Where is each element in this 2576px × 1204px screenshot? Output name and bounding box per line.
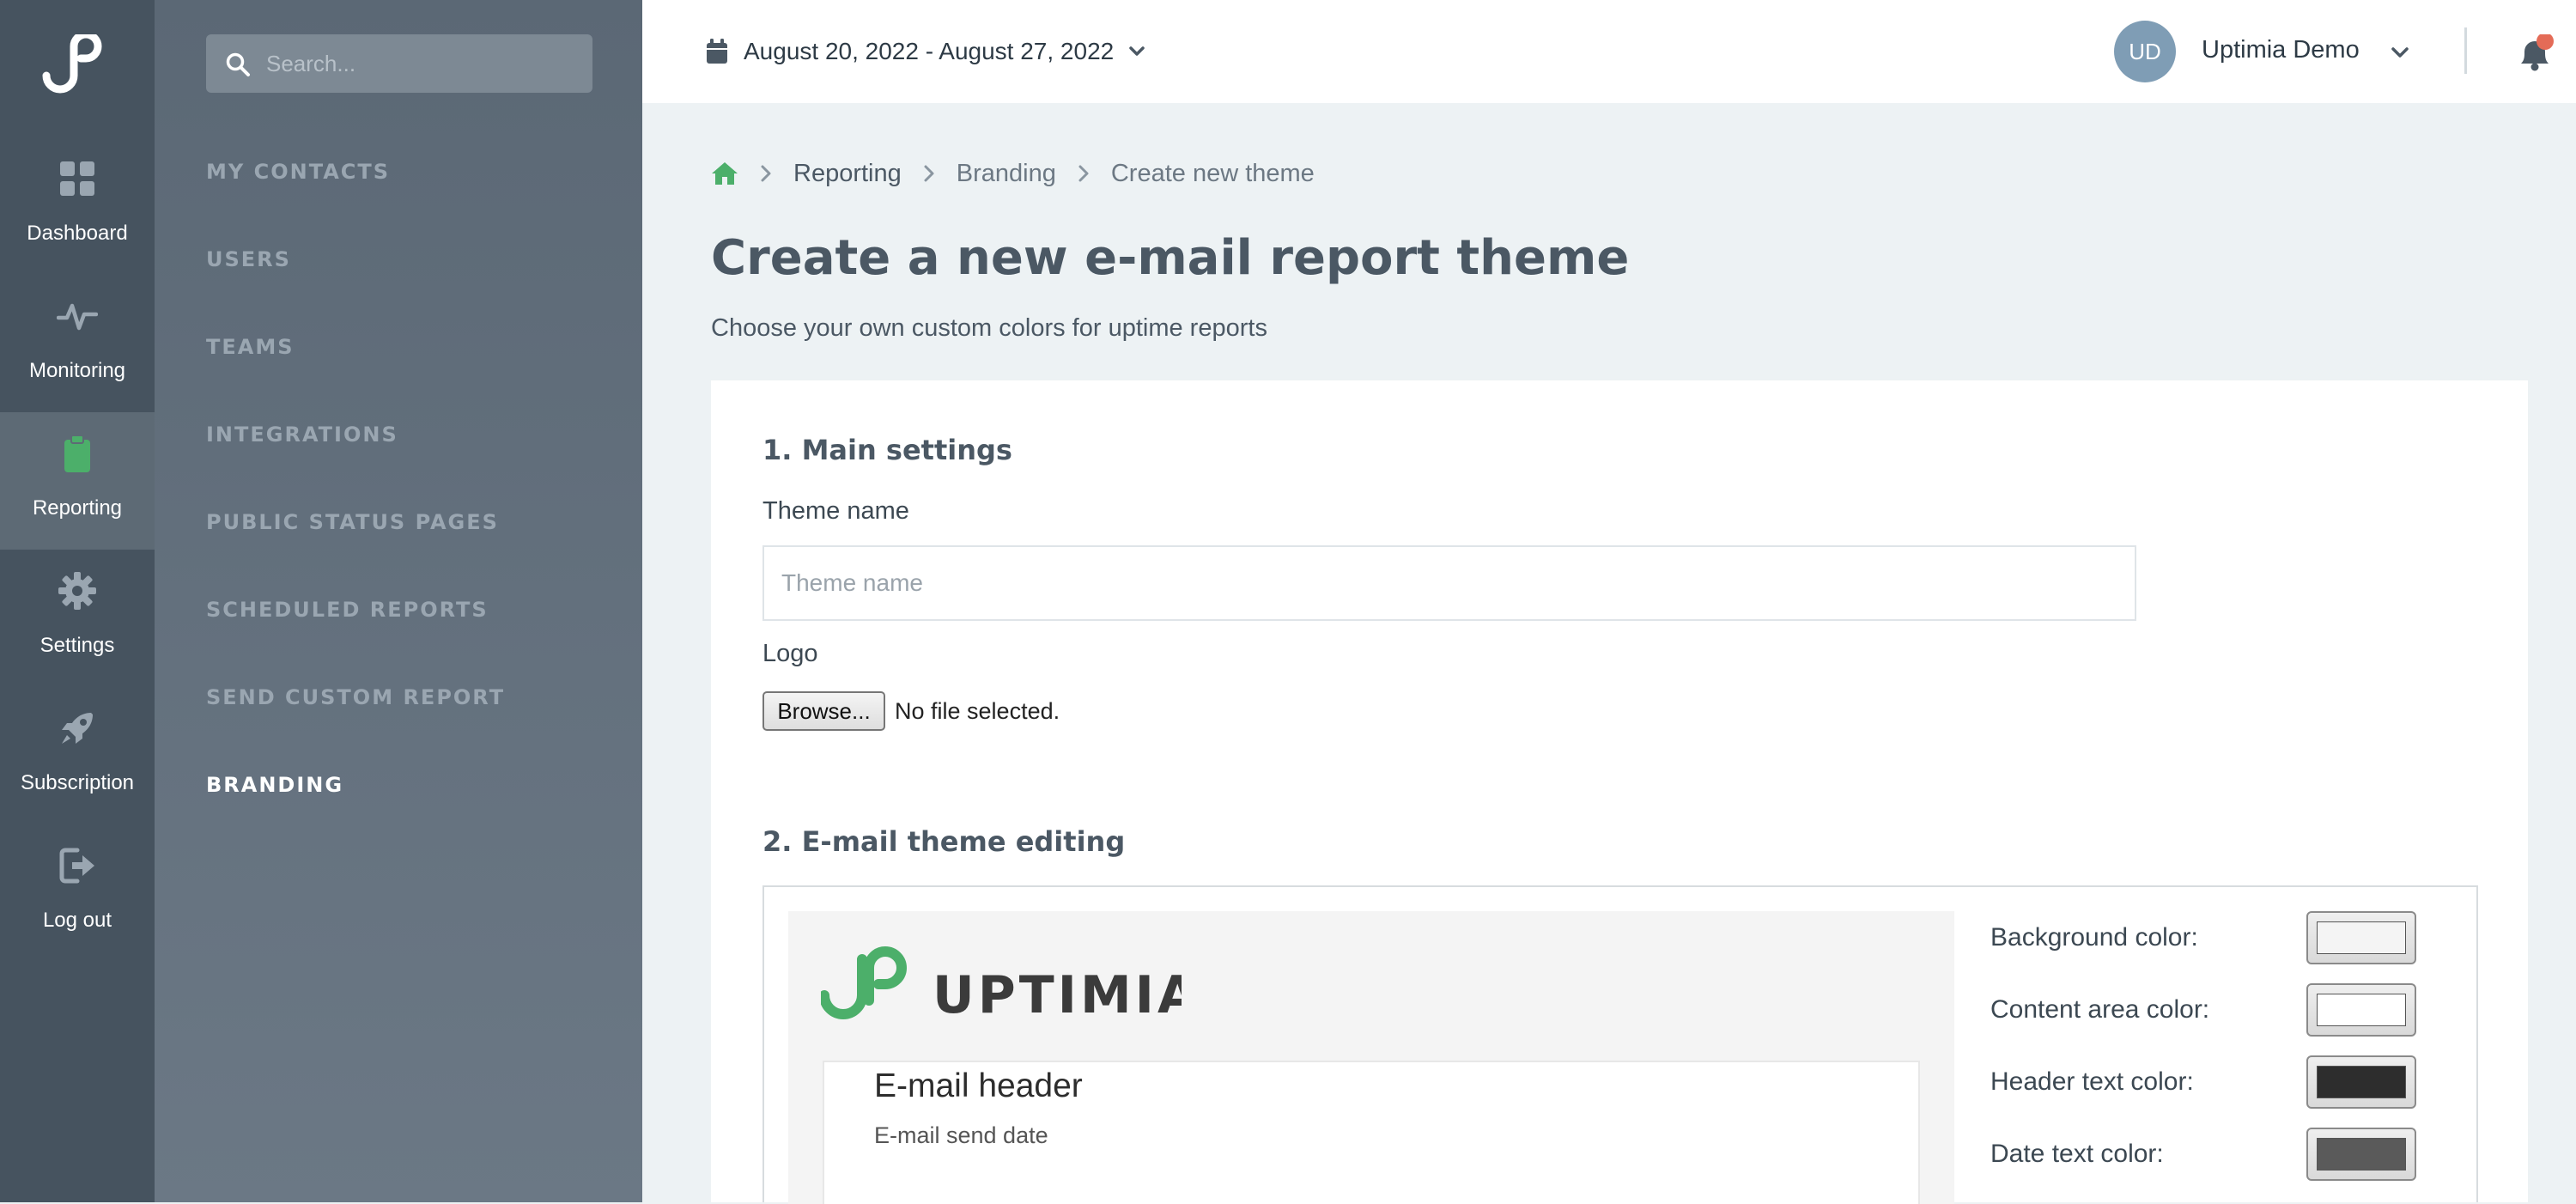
rail-label-dashboard: Dashboard <box>27 222 128 245</box>
content-area-color-picker[interactable] <box>2306 983 2416 1037</box>
preview-content-area: E-mail header E-mail send date <box>823 1061 1920 1204</box>
color-row-background: Background color: <box>1990 911 2454 964</box>
subnav-item-integrations[interactable]: INTEGRATIONS <box>206 423 398 447</box>
date-text-color-picker[interactable] <box>2306 1128 2416 1181</box>
main-settings-title: 1. Main settings <box>762 434 1012 466</box>
file-status: No file selected. <box>895 698 1060 724</box>
uptimia-brand-logo: UPTIMIA <box>821 946 1182 1019</box>
pulse-icon <box>57 303 98 331</box>
avatar[interactable]: UD <box>2114 21 2176 82</box>
theme-editing-title: 2. E-mail theme editing <box>762 825 1126 858</box>
reporting-subnav: MY CONTACTS USERS TEAMS INTEGRATIONS PUB… <box>155 0 642 1202</box>
rail-item-reporting[interactable]: Reporting <box>0 412 155 550</box>
theme-form-card: 1. Main settings Theme name Logo Browse.… <box>711 380 2528 1204</box>
breadcrumb-current: Create new theme <box>1110 159 1315 187</box>
rail-label-monitoring: Monitoring <box>28 359 126 382</box>
chevron-right-icon <box>924 165 934 182</box>
background-color-label: Background color: <box>1990 923 2198 952</box>
chevron-right-icon <box>1078 165 1089 182</box>
subnav-item-send-custom-report[interactable]: SEND CUSTOM REPORT <box>206 685 505 709</box>
preview-email-send-date: E-mail send date <box>874 1122 1048 1148</box>
content-area-color-label: Content area color: <box>1990 995 2210 1024</box>
logout-icon <box>59 848 94 884</box>
subnav-item-teams[interactable]: TEAMS <box>206 335 295 359</box>
date-range-text: August 20, 2022 - August 27, 2022 <box>744 38 1115 64</box>
color-row-date-text: Date text color: <box>1990 1128 2454 1181</box>
uptimia-logo-icon[interactable] <box>38 34 115 94</box>
search-box[interactable] <box>206 34 592 93</box>
topbar-divider <box>2464 27 2467 74</box>
subnav-item-users[interactable]: USERS <box>206 247 291 271</box>
header-text-color-label: Header text color: <box>1990 1067 2194 1096</box>
gear-icon <box>58 572 96 610</box>
browse-button[interactable]: Browse... <box>762 691 885 731</box>
email-preview: UPTIMIA E-mail header E-mail send date <box>788 911 1954 1204</box>
color-row-content-area: Content area color: <box>1990 983 2454 1037</box>
date-text-color-label: Date text color: <box>1990 1140 2164 1168</box>
icon-sidebar: Dashboard Monitoring Reporting Settings … <box>0 0 155 1202</box>
subnav-item-scheduled-reports[interactable]: SCHEDULED REPORTS <box>206 598 489 622</box>
background-color-picker[interactable] <box>2306 911 2416 964</box>
logo-label: Logo <box>762 640 818 667</box>
rail-label-reporting: Reporting <box>32 496 123 520</box>
breadcrumb: Reporting Branding Create new theme <box>711 158 1315 189</box>
top-bar: August 20, 2022 - August 27, 2022 UD Upt… <box>642 0 2576 103</box>
search-input[interactable] <box>264 45 574 82</box>
dashboard-icon <box>60 161 94 196</box>
theme-name-label: Theme name <box>762 497 909 525</box>
header-text-color-picker[interactable] <box>2306 1055 2416 1109</box>
color-row-header-text: Header text color: <box>1990 1055 2454 1109</box>
preview-brand-text: UPTIMIA <box>933 965 1182 1019</box>
calendar-icon <box>707 39 727 64</box>
rail-label-logout: Log out <box>42 909 112 932</box>
preview-email-header: E-mail header <box>874 1067 1083 1104</box>
rail-label-subscription: Subscription <box>20 771 135 794</box>
rail-item-settings[interactable]: Settings <box>0 550 155 687</box>
user-menu-name[interactable]: Uptimia Demo <box>2202 36 2360 64</box>
chevron-right-icon <box>761 165 771 182</box>
theme-name-input[interactable] <box>762 545 2136 621</box>
date-range-picker[interactable]: August 20, 2022 - August 27, 2022 <box>706 33 1145 70</box>
rail-item-subscription[interactable]: Subscription <box>0 687 155 824</box>
breadcrumb-reporting[interactable]: Reporting <box>793 160 902 188</box>
rail-item-dashboard[interactable]: Dashboard <box>0 137 155 275</box>
chevron-down-icon <box>1129 46 1145 56</box>
rail-item-monitoring[interactable]: Monitoring <box>0 275 155 412</box>
search-icon <box>226 52 250 76</box>
notification-bell-icon[interactable] <box>2516 34 2554 72</box>
rail-item-logout[interactable]: Log out <box>0 824 155 962</box>
breadcrumb-branding[interactable]: Branding <box>957 160 1056 188</box>
chevron-down-icon[interactable] <box>2391 43 2409 62</box>
subnav-item-public-status-pages[interactable]: PUBLIC STATUS PAGES <box>206 510 499 534</box>
home-icon[interactable] <box>711 161 738 186</box>
clipboard-icon <box>64 435 90 472</box>
page-title: Create a new e-mail report theme <box>711 230 1630 286</box>
rail-label-settings: Settings <box>39 634 115 657</box>
subnav-item-my-contacts[interactable]: MY CONTACTS <box>206 160 390 184</box>
page-subtitle: Choose your own custom colors for uptime… <box>711 314 1267 342</box>
theme-editor: UPTIMIA E-mail header E-mail send date B… <box>762 885 2478 1204</box>
rocket-icon <box>62 713 93 744</box>
subnav-item-branding[interactable]: BRANDING <box>206 773 343 797</box>
